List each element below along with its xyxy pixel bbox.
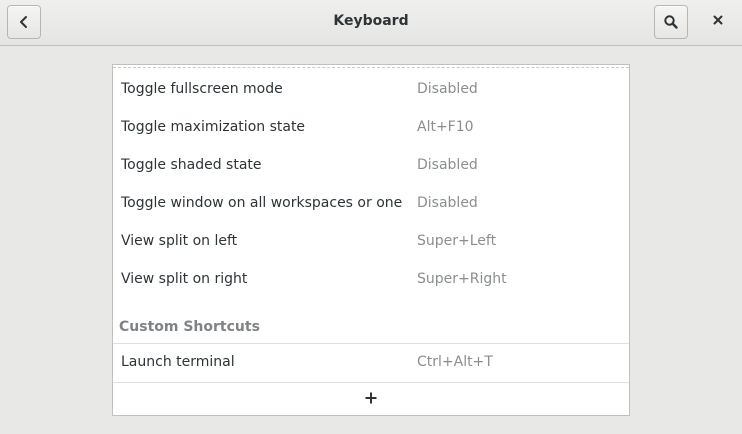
shortcut-name: View split on left [121, 233, 238, 249]
shortcut-name: Launch terminal [121, 354, 235, 370]
shortcut-accel: Disabled [417, 81, 478, 97]
shortcut-row-toggle-fullscreen[interactable]: Toggle fullscreen mode Disabled [113, 71, 629, 109]
keyboard-window: Keyboard Toggle fullscreen mode Disabled [0, 0, 742, 434]
shortcut-row-toggle-shaded[interactable]: Toggle shaded state Disabled [113, 147, 629, 185]
shortcut-row-launch-terminal[interactable]: Launch terminal Ctrl+Alt+T [113, 344, 629, 382]
custom-shortcuts-header: Custom Shortcuts [119, 319, 260, 335]
shortcuts-list: Toggle fullscreen mode Disabled Toggle m… [112, 64, 630, 416]
window-title: Keyboard [333, 13, 409, 29]
shortcut-name: Toggle maximization state [121, 119, 306, 135]
search-button[interactable] [654, 5, 688, 39]
shortcut-name: Toggle window on all workspaces or one [121, 195, 403, 211]
shortcut-row-view-split-right[interactable]: View split on right Super+Right [113, 261, 629, 299]
header-bar: Keyboard [0, 0, 742, 46]
shortcut-name: Toggle shaded state [121, 157, 262, 173]
add-shortcut-button[interactable] [113, 383, 629, 416]
search-icon [663, 14, 679, 30]
shortcut-name: Toggle fullscreen mode [121, 81, 283, 97]
shortcut-accel: Ctrl+Alt+T [417, 354, 493, 370]
plus-icon [365, 392, 377, 408]
list-scroll-edge [113, 67, 629, 68]
shortcut-row-toggle-all-workspaces[interactable]: Toggle window on all workspaces or one D… [113, 185, 629, 223]
shortcut-accel: Super+Right [417, 271, 507, 287]
close-button[interactable] [703, 8, 733, 36]
shortcut-row-view-split-left[interactable]: View split on left Super+Left [113, 223, 629, 261]
shortcut-accel: Alt+F10 [417, 119, 474, 135]
shortcut-name: View split on right [121, 271, 248, 287]
shortcut-row-toggle-maximization[interactable]: Toggle maximization state Alt+F10 [113, 109, 629, 147]
close-icon [712, 14, 724, 30]
shortcut-accel: Disabled [417, 157, 478, 173]
shortcut-accel: Disabled [417, 195, 478, 211]
shortcut-accel: Super+Left [417, 233, 497, 249]
